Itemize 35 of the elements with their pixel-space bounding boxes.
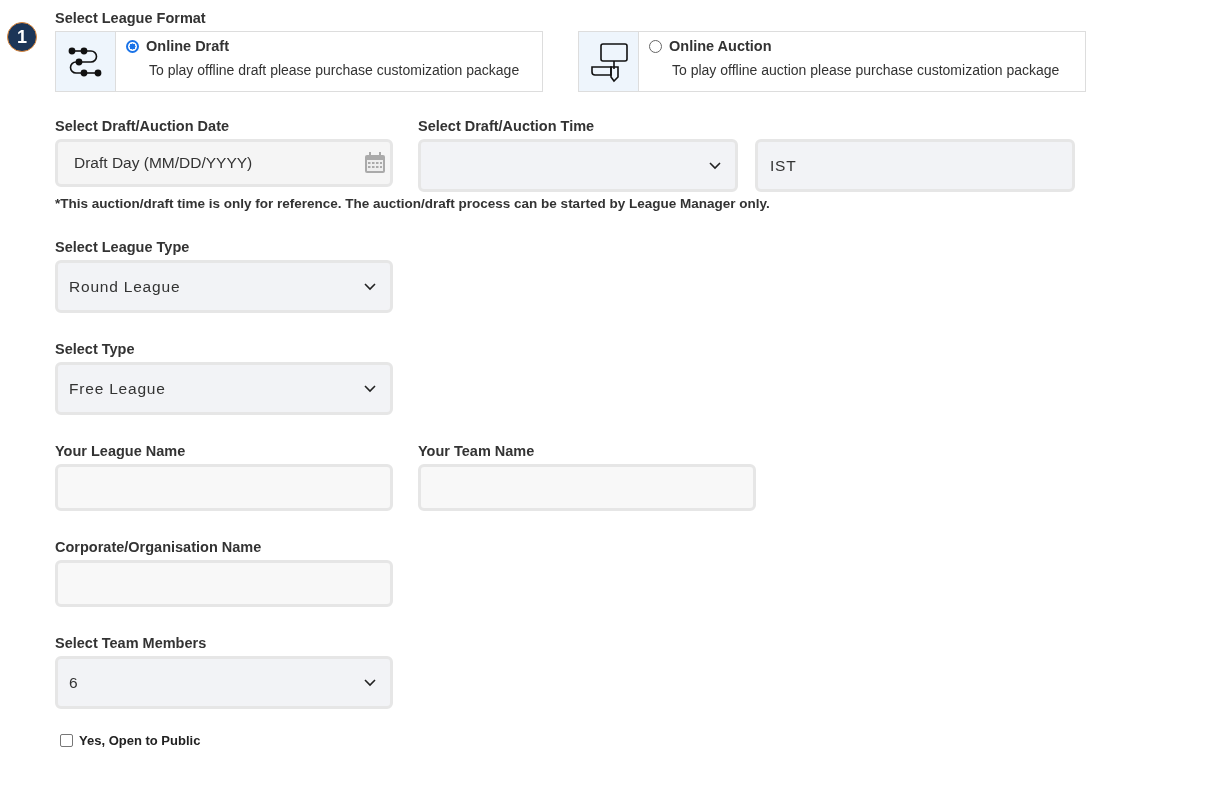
checkbox-label: Yes, Open to Public: [79, 733, 201, 748]
field-label: Select Draft/Auction Time: [418, 118, 596, 134]
field-label: Your League Name: [55, 443, 187, 459]
chevron-down-icon: [364, 282, 376, 291]
dropdown-select[interactable]: Round League: [55, 260, 393, 313]
field-label: Select League Format: [55, 10, 207, 26]
field-label: Select League Type: [55, 239, 191, 255]
option-title: Online Draft: [146, 38, 229, 54]
time-select[interactable]: [418, 139, 738, 192]
option-note: To play offline auction please purchase customization package: [672, 62, 1060, 78]
option-title: Online Auction: [669, 38, 772, 54]
chevron-down-icon: [364, 384, 376, 393]
checkbox[interactable]: [60, 734, 73, 747]
field-label: Select Team Members: [55, 635, 208, 651]
bid-paddle-icon: [588, 40, 629, 83]
chevron-down-icon: [364, 678, 376, 687]
text-input-field[interactable]: [55, 560, 393, 607]
chevron-down-icon: [709, 161, 721, 170]
radio-button[interactable]: [126, 39, 139, 53]
calendar-icon: [363, 151, 387, 175]
option-note: To play offline draft please purchase customization package: [149, 62, 520, 78]
field-label: Corporate/Organisation Name: [55, 539, 263, 555]
field-label: Select Type: [55, 341, 136, 357]
format-option-card[interactable]: Online Draft To play offline draft please purchase customization package: [55, 31, 543, 92]
reference-note: *This auction/draft time is only for reference. The auction/draft process can be started by League Manager only.: [55, 196, 771, 211]
text-input-field[interactable]: [55, 464, 393, 511]
dropdown-select[interactable]: 6: [55, 656, 393, 709]
date-field[interactable]: Draft Day (MM/DD/YYYY): [55, 139, 393, 187]
field-label: Your Team Name: [418, 443, 536, 459]
format-option-card[interactable]: Online Auction To play offline auction please purchase customization package: [578, 31, 1086, 92]
timezone-field: IST: [755, 139, 1075, 192]
dropdown-select[interactable]: Free League: [55, 362, 393, 415]
text-input-field[interactable]: [418, 464, 756, 511]
step-number-badge: 1: [7, 22, 37, 52]
field-label: Select Draft/Auction Date: [55, 118, 231, 134]
